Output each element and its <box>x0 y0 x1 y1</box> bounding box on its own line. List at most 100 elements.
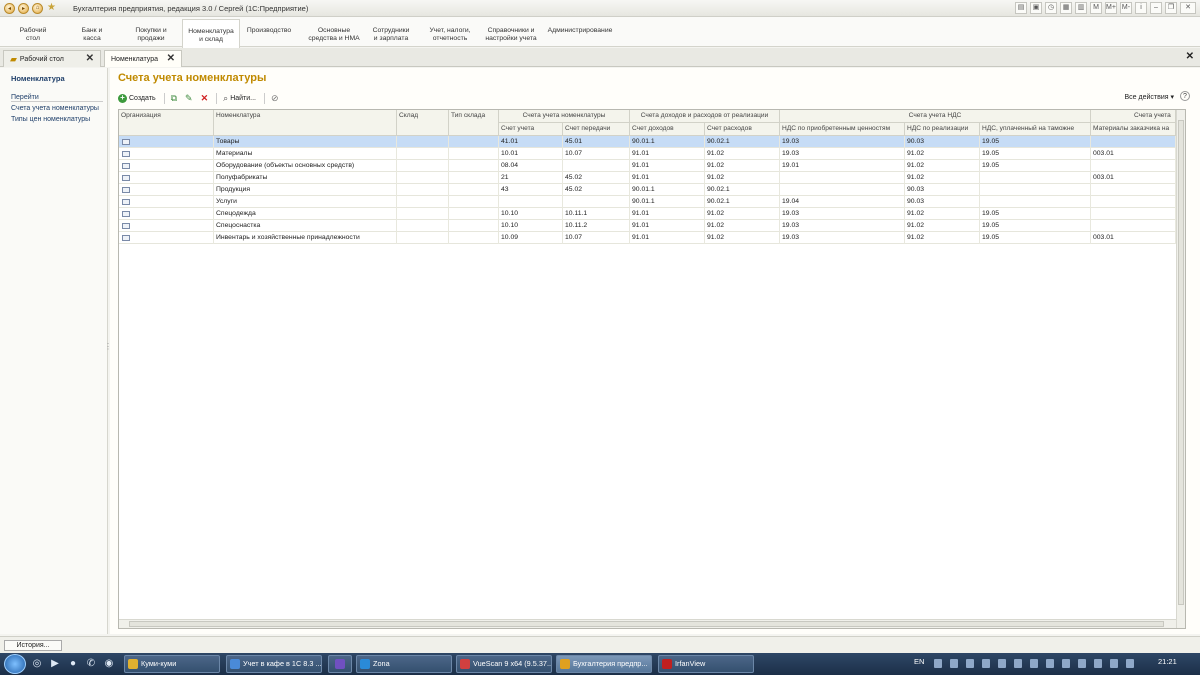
cell-account[interactable]: 91.02 <box>705 160 780 172</box>
cell-account[interactable] <box>1091 220 1176 232</box>
all-actions-menu[interactable]: Все действия ▾ <box>1125 93 1175 101</box>
tray-icon[interactable] <box>1014 659 1022 668</box>
cell-account[interactable]: 10.11.2 <box>563 220 630 232</box>
cell-organization[interactable] <box>119 172 214 184</box>
table-row[interactable]: Услуги 90.01.1 90.02.1 19.04 90.03 <box>119 196 1185 208</box>
vertical-scroll-thumb[interactable] <box>1178 120 1184 605</box>
tray-icon[interactable] <box>1078 659 1086 668</box>
cell-account[interactable] <box>563 196 630 208</box>
edit-button[interactable]: ✎ <box>185 93 193 103</box>
cell-account[interactable]: 90.02.1 <box>705 136 780 148</box>
sidebar-link-accounts[interactable]: Счета учета номенклатуры <box>11 105 107 112</box>
cell-account[interactable]: 91.02 <box>705 148 780 160</box>
cell-account[interactable]: 90.03 <box>905 196 980 208</box>
cell-account[interactable]: 19.05 <box>980 232 1091 244</box>
language-indicator[interactable]: EN <box>914 657 924 666</box>
section-reporting[interactable]: Учет, налоги, отчетность <box>424 27 476 43</box>
history-button[interactable]: История... <box>4 640 62 651</box>
col-header-expense-account[interactable]: Счет расходов <box>705 123 780 136</box>
cell-account[interactable]: 90.02.1 <box>705 184 780 196</box>
table-row[interactable]: Спецодежда 10.10 10.11.1 91.01 91.02 19.03 91.… <box>119 208 1185 220</box>
cell-organization[interactable] <box>119 136 214 148</box>
memory-plus-button[interactable]: M+ <box>1105 2 1117 14</box>
taskbar-item[interactable]: Zona <box>356 655 452 673</box>
cell-warehouse[interactable] <box>397 172 449 184</box>
volume-icon[interactable] <box>1126 659 1134 668</box>
close-tab-icon[interactable]: ✕ <box>167 53 175 64</box>
section-references[interactable]: Справочники и настройки учета <box>482 27 540 43</box>
taskbar-item[interactable]: Куми-куми <box>124 655 220 673</box>
back-nav-icon[interactable]: ◂ <box>4 2 15 14</box>
cell-account[interactable]: 91.02 <box>905 172 980 184</box>
memory-m-button[interactable]: M <box>1090 2 1102 14</box>
taskbar-item[interactable]: IrfanView <box>658 655 754 673</box>
cell-account[interactable]: 90.01.1 <box>630 196 705 208</box>
col-header-vat-purchased[interactable]: НДС по приобретенным ценностям <box>780 123 905 136</box>
cell-warehouse-type[interactable] <box>449 148 499 160</box>
cell-account[interactable]: 91.02 <box>905 208 980 220</box>
close-tab-icon[interactable]: ✕ <box>86 53 94 64</box>
section-employees[interactable]: Сотрудники и зарплата <box>366 27 416 43</box>
cell-account[interactable]: 91.02 <box>705 172 780 184</box>
quicklaunch-icon[interactable]: ◎ <box>30 657 44 671</box>
cell-account[interactable]: 91.02 <box>705 208 780 220</box>
tray-icon[interactable] <box>934 659 942 668</box>
cell-item[interactable]: Материалы <box>214 148 397 160</box>
cell-account[interactable]: 91.01 <box>630 160 705 172</box>
cell-account[interactable]: 19.03 <box>780 136 905 148</box>
cell-account[interactable]: 19.01 <box>780 160 905 172</box>
cell-account[interactable]: 10.10 <box>499 220 563 232</box>
cell-account[interactable]: 91.01 <box>630 220 705 232</box>
cell-account[interactable]: 19.05 <box>980 208 1091 220</box>
cell-account[interactable] <box>1091 196 1176 208</box>
table-row[interactable]: Товары 41.01 45.01 90.01.1 90.02.1 19.03 90.03… <box>119 136 1185 148</box>
taskbar-item-active[interactable]: Бухгалтерия предпр... <box>556 655 652 673</box>
cell-account[interactable]: 19.05 <box>980 220 1091 232</box>
tray-icon[interactable] <box>1094 659 1102 668</box>
sidebar-link-price-types[interactable]: Типы цен номенклатуры <box>11 116 107 123</box>
forward-nav-icon[interactable]: ▸ <box>18 2 29 14</box>
info-icon[interactable]: i <box>1135 2 1147 14</box>
col-header-organization[interactable]: Организация <box>119 110 214 136</box>
print-icon[interactable]: ▤ <box>1015 2 1027 14</box>
cell-item[interactable]: Продукция <box>214 184 397 196</box>
tray-icon[interactable] <box>1062 659 1070 668</box>
media-player-icon[interactable]: ▶ <box>48 657 62 671</box>
table-row[interactable]: Продукция 43 45.02 90.01.1 90.02.1 90.03 <box>119 184 1185 196</box>
help-button[interactable]: ? <box>1180 91 1190 101</box>
cell-account[interactable]: 10.07 <box>563 232 630 244</box>
cell-account[interactable]: 10.01 <box>499 148 563 160</box>
cell-warehouse[interactable] <box>397 184 449 196</box>
cell-account[interactable]: 08.04 <box>499 160 563 172</box>
cell-warehouse-type[interactable] <box>449 184 499 196</box>
cell-warehouse-type[interactable] <box>449 172 499 184</box>
memory-minus-button[interactable]: M- <box>1120 2 1132 14</box>
cell-account[interactable]: 19.05 <box>980 148 1091 160</box>
cell-warehouse-type[interactable] <box>449 196 499 208</box>
cell-account[interactable]: 19.04 <box>780 196 905 208</box>
cell-item[interactable]: Спецоснастка <box>214 220 397 232</box>
section-desktop[interactable]: Рабочий стол <box>8 27 58 43</box>
cell-organization[interactable] <box>119 208 214 220</box>
table-row[interactable]: Оборудование (объекты основных средств) 0… <box>119 160 1185 172</box>
save-icon[interactable]: ▣ <box>1030 2 1042 14</box>
section-production[interactable]: Производство <box>244 27 294 35</box>
cell-warehouse[interactable] <box>397 148 449 160</box>
cell-account[interactable]: 91.01 <box>630 148 705 160</box>
col-header-vat-customs[interactable]: НДС, уплаченный на таможне <box>980 123 1091 136</box>
section-fixed-assets[interactable]: Основные средства и НМА <box>306 27 362 43</box>
cell-account[interactable] <box>499 196 563 208</box>
tray-icon[interactable] <box>1030 659 1038 668</box>
cell-account[interactable]: 45.02 <box>563 184 630 196</box>
col-header-customer-materials[interactable]: Материалы заказчика на <box>1091 123 1176 136</box>
cell-account[interactable]: 91.02 <box>705 220 780 232</box>
col-header-income-account[interactable]: Счет доходов <box>630 123 705 136</box>
tray-icon[interactable] <box>982 659 990 668</box>
tab-nomenclature[interactable]: Номенклатура ✕ <box>104 50 182 67</box>
cell-account[interactable]: 91.02 <box>905 232 980 244</box>
table-row[interactable]: Спецоснастка 10.10 10.11.2 91.01 91.02 19.03 9… <box>119 220 1185 232</box>
cell-account[interactable] <box>980 184 1091 196</box>
cell-item[interactable]: Оборудование (объекты основных средств) <box>214 160 397 172</box>
cell-account[interactable]: 90.01.1 <box>630 184 705 196</box>
cell-account[interactable]: 10.07 <box>563 148 630 160</box>
